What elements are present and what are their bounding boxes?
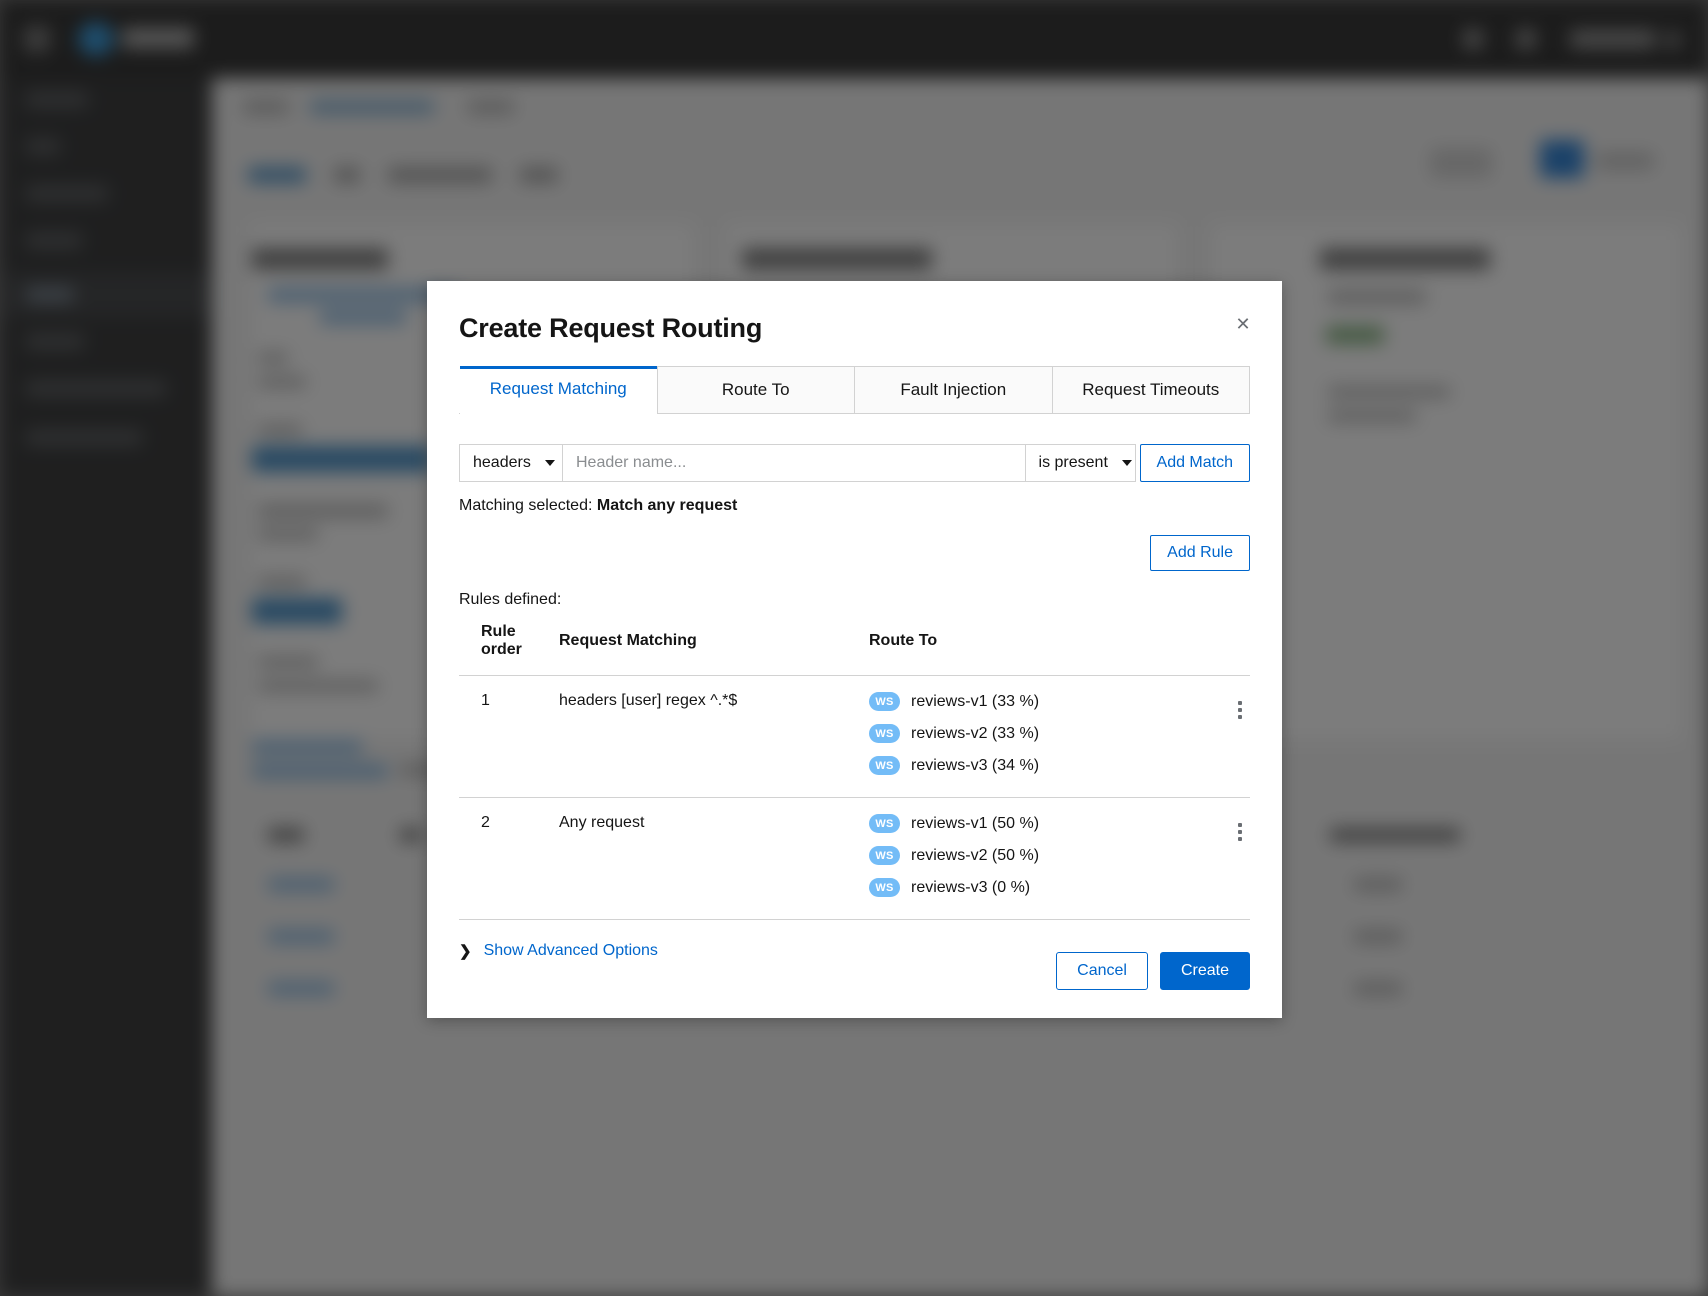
add-rule-button[interactable]: Add Rule <box>1150 535 1250 572</box>
route-destination: WS reviews-v1 (50 %) <box>869 814 1190 834</box>
tab-request-timeouts[interactable]: Request Timeouts <box>1052 366 1250 414</box>
route-destination-label: reviews-v2 (50 %) <box>911 846 1040 864</box>
tab-request-matching[interactable]: Request Matching <box>459 366 658 415</box>
modal-footer: Cancel Create <box>427 952 1282 1018</box>
chevron-down-icon <box>1121 460 1132 467</box>
rules-table-body: 1 headers [user] regex ^.*$ WS reviews-v… <box>459 675 1250 921</box>
header-name-input[interactable] <box>563 444 1026 483</box>
workload-badge-icon: WS <box>869 756 900 776</box>
workload-badge-icon: WS <box>869 846 900 866</box>
create-request-routing-modal: Create Request Routing ✕ Request Matchin… <box>427 281 1282 1018</box>
route-destination: WS reviews-v1 (33 %) <box>869 692 1190 712</box>
column-header-request-matching: Request Matching <box>559 632 697 650</box>
match-builder-row: headers is present Add Match <box>459 444 1250 483</box>
match-operator-value: is present <box>1038 454 1108 472</box>
kebab-menu-icon[interactable] <box>1230 697 1250 723</box>
route-destination: WS reviews-v2 (33 %) <box>869 724 1190 744</box>
add-rule-row: Add Rule <box>459 535 1250 572</box>
match-category-value: headers <box>473 454 531 472</box>
table-header-row: Rule order Request Matching Route To <box>459 623 1250 676</box>
workload-badge-icon: WS <box>869 878 900 898</box>
route-destination-label: reviews-v3 (34 %) <box>911 756 1040 774</box>
cell-rule-order: 1 <box>459 675 559 799</box>
cell-request-matching: headers [user] regex ^.*$ <box>559 675 869 799</box>
column-header-actions <box>1190 623 1250 676</box>
cell-actions <box>1190 797 1250 921</box>
page-title: Create Request Routing <box>459 313 763 343</box>
cell-route-to: WS reviews-v1 (33 %) WS reviews-v2 (33 %… <box>869 675 1190 799</box>
create-button[interactable]: Create <box>1159 952 1250 990</box>
rules-defined-label: Rules defined: <box>459 591 562 609</box>
route-destination-label: reviews-v2 (33 %) <box>911 724 1040 742</box>
table-row: 2 Any request WS reviews-v1 (50 %) WS re… <box>459 797 1250 921</box>
table-row: 1 headers [user] regex ^.*$ WS reviews-v… <box>459 675 1250 799</box>
column-header-route-to: Route To <box>869 632 938 650</box>
cell-request-matching: Any request <box>559 797 869 921</box>
tab-route-to[interactable]: Route To <box>657 366 855 414</box>
chevron-down-icon <box>544 460 555 467</box>
workload-badge-icon: WS <box>869 692 900 712</box>
matching-selected: Matching selected: Match any request <box>459 497 1250 515</box>
rules-table-head: Rule order Request Matching Route To <box>459 623 1250 676</box>
column-header-rule-order: Rule order <box>481 623 522 659</box>
matching-selected-value: Match any request <box>596 497 738 515</box>
kebab-menu-icon[interactable] <box>1230 819 1250 845</box>
add-match-button[interactable]: Add Match <box>1139 444 1250 483</box>
modal-tabs: Request Matching Route To Fault Injectio… <box>459 366 1250 415</box>
cell-route-to: WS reviews-v1 (50 %) WS reviews-v2 (50 %… <box>869 797 1190 921</box>
cancel-button[interactable]: Cancel <box>1056 952 1148 990</box>
route-destination: WS reviews-v3 (0 %) <box>869 878 1190 898</box>
route-destination-label: reviews-v1 (50 %) <box>911 814 1040 832</box>
modal-body: Request Matching Route To Fault Injectio… <box>427 366 1282 960</box>
tab-fault-injection[interactable]: Fault Injection <box>855 366 1053 414</box>
cell-rule-order: 2 <box>459 797 559 921</box>
matching-selected-label: Matching selected: <box>459 497 593 515</box>
rules-table: Rule order Request Matching Route To 1 h… <box>459 623 1250 921</box>
route-destination: WS reviews-v2 (50 %) <box>869 846 1190 866</box>
cell-actions <box>1190 675 1250 799</box>
close-icon[interactable]: ✕ <box>1226 307 1260 341</box>
route-destination: WS reviews-v3 (34 %) <box>869 756 1190 776</box>
match-operator-select[interactable]: is present <box>1025 444 1136 483</box>
route-destination-label: reviews-v1 (33 %) <box>911 692 1040 710</box>
route-destination-label: reviews-v3 (0 %) <box>911 878 1031 896</box>
match-category-select[interactable]: headers <box>459 444 563 483</box>
modal-header: Create Request Routing ✕ <box>427 281 1282 344</box>
workload-badge-icon: WS <box>869 814 900 834</box>
workload-badge-icon: WS <box>869 724 900 744</box>
